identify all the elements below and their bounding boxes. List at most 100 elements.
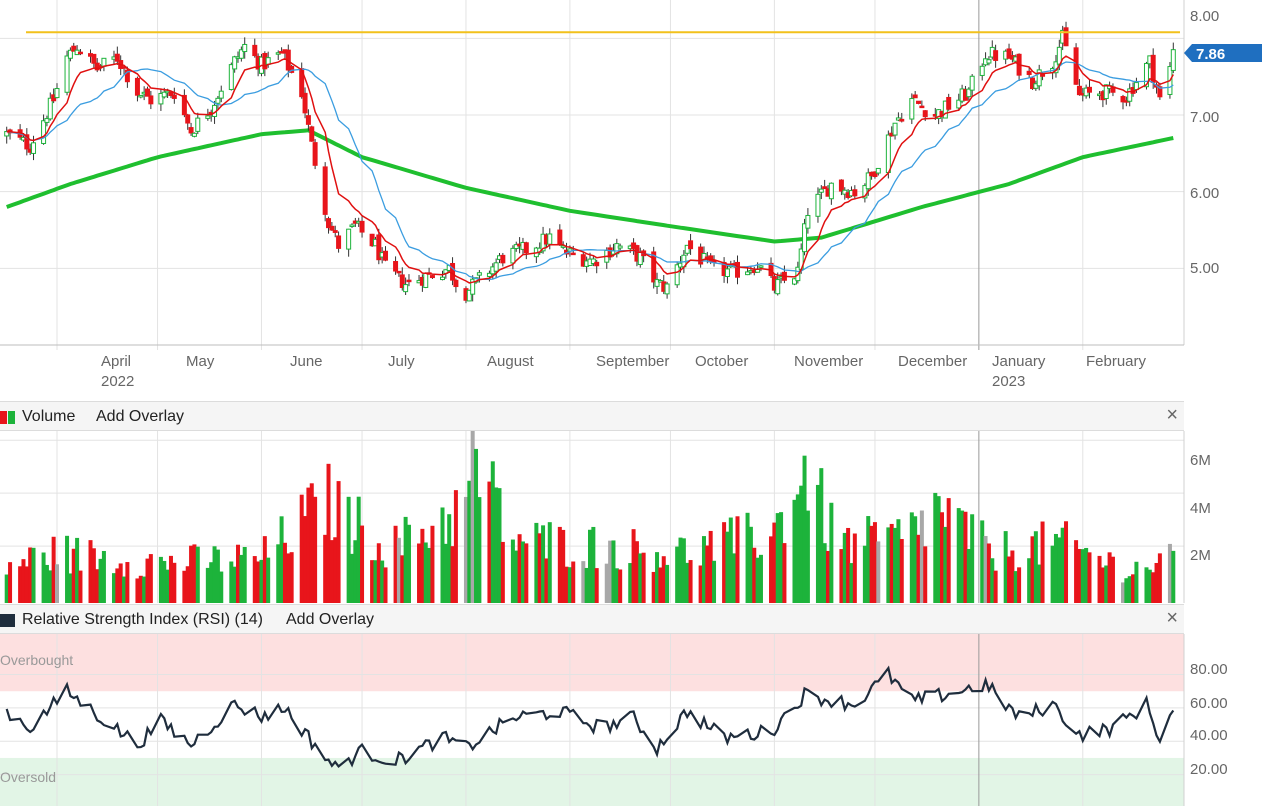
volume-icon — [0, 411, 15, 424]
candle-up — [892, 122, 898, 136]
candle-up — [875, 167, 881, 174]
volume-bar — [1087, 552, 1092, 603]
candle-down — [336, 235, 342, 249]
volume-bar — [594, 568, 599, 603]
candle-down — [1063, 27, 1069, 47]
volume-bar — [477, 497, 482, 603]
candle-up — [349, 224, 355, 228]
rsi-add-overlay-button[interactable]: Add Overlay — [286, 611, 374, 629]
volume-chart[interactable]: 6M 4M 2M — [0, 431, 1272, 603]
rsi-chart[interactable]: Overbought Oversold 80.00 60.00 40.00 20… — [0, 634, 1272, 806]
candle-down — [688, 240, 694, 250]
month-label: September — [596, 353, 669, 370]
volume-bar — [242, 546, 247, 603]
volume-bar — [500, 541, 505, 603]
candle-down — [91, 53, 97, 64]
candle-up — [986, 59, 992, 64]
rsi-tick-label: 80.00 — [1190, 661, 1228, 678]
candle-up — [617, 245, 623, 249]
volume-bar — [8, 562, 13, 603]
candle-up — [828, 182, 834, 200]
candle-down — [1150, 54, 1156, 83]
candle-down — [305, 115, 311, 125]
candle-up — [885, 134, 891, 173]
candle-down — [396, 270, 402, 274]
month-label: December — [898, 353, 967, 370]
candle-up — [493, 262, 499, 272]
candle-up — [909, 98, 915, 120]
price-tick-label: 7.00 — [1190, 109, 1219, 126]
candle-down — [557, 229, 563, 245]
candle-up — [805, 214, 811, 229]
volume-bars-layer — [4, 431, 1176, 603]
volume-bar — [430, 525, 435, 603]
volume-bar — [1110, 556, 1115, 603]
candle-down — [429, 275, 435, 279]
volume-bar — [852, 533, 857, 603]
volume-bar — [665, 564, 670, 603]
volume-bar — [125, 562, 130, 603]
candle-down — [406, 279, 412, 283]
volume-panel-title: Volume — [22, 408, 76, 425]
candle-up — [31, 142, 37, 154]
volume-bar — [524, 543, 529, 603]
volume-bar — [172, 562, 177, 603]
volume-tick-label: 2M — [1190, 547, 1211, 564]
candle-up — [724, 268, 730, 277]
candle-down — [329, 225, 335, 231]
volume-y-axis: 6M 4M 2M — [1190, 452, 1211, 564]
candle-up — [215, 97, 221, 104]
price-chart[interactable]: 8.00 7.00 6.00 5.00 7.86 April 2022 May … — [0, 0, 1272, 400]
candle-up — [205, 115, 211, 119]
candle-down — [393, 261, 399, 272]
volume-bar — [148, 554, 153, 603]
oversold-band — [0, 757, 1184, 806]
candle-down — [302, 92, 308, 114]
month-label: July — [388, 353, 415, 370]
volume-bar — [641, 552, 646, 603]
price-tick-label: 6.00 — [1190, 185, 1219, 202]
volume-bar — [571, 561, 576, 603]
volume-bar — [735, 516, 740, 603]
candle-up — [54, 88, 60, 99]
candle-up — [423, 272, 429, 288]
candle-down — [1026, 70, 1032, 75]
candle-down — [919, 105, 925, 109]
volume-bar — [289, 552, 294, 603]
volume-add-overlay-button[interactable]: Add Overlay — [96, 408, 184, 426]
candle-down — [822, 186, 828, 190]
volume-bar — [782, 543, 787, 603]
candle-up — [138, 94, 144, 98]
volume-bar — [453, 490, 458, 603]
rsi-close-icon[interactable]: × — [1166, 607, 1178, 630]
volume-bar — [1157, 553, 1162, 603]
volume-bar — [1134, 561, 1139, 603]
month-label: January — [992, 353, 1046, 370]
volume-bar — [618, 569, 623, 603]
candle-down — [735, 261, 740, 278]
candle-up — [41, 120, 47, 144]
volume-bar — [923, 546, 928, 603]
month-label: June — [290, 353, 323, 370]
volume-close-icon[interactable]: × — [1166, 404, 1178, 427]
candle-down — [916, 100, 922, 104]
candle-up — [346, 228, 352, 250]
volume-bar — [1040, 521, 1045, 603]
volume-bar — [195, 546, 200, 603]
candle-down — [185, 114, 191, 124]
candle-up — [440, 276, 445, 281]
candle-down — [171, 94, 177, 99]
candle-up — [403, 284, 409, 293]
candle-down — [332, 230, 338, 233]
price-tick-label: 8.00 — [1190, 8, 1219, 25]
candle-down — [922, 110, 928, 118]
candle-up — [815, 193, 821, 217]
volume-bar — [78, 570, 83, 603]
volume-bar — [336, 481, 341, 603]
candle-up — [476, 272, 482, 276]
last-price-value: 7.86 — [1196, 46, 1225, 63]
candle-down — [145, 88, 150, 97]
volume-bar — [712, 560, 717, 603]
year-label: 2022 — [101, 373, 134, 390]
volume-bar — [54, 564, 59, 603]
